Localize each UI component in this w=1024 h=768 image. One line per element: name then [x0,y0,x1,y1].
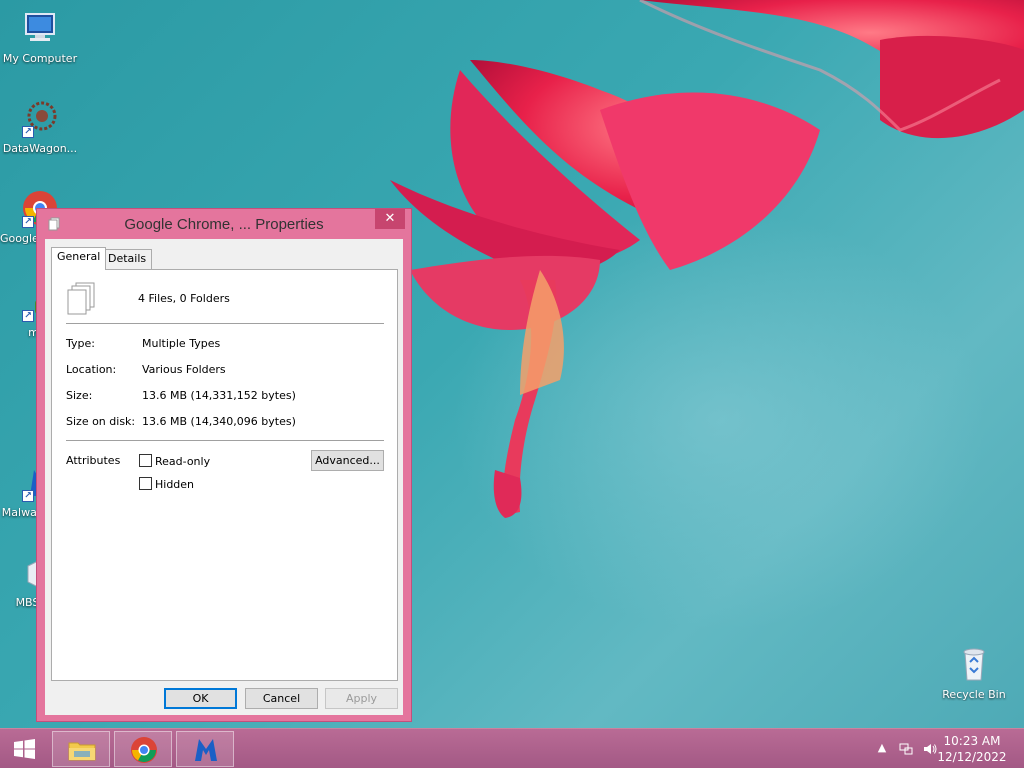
size-value: 13.6 MB (14,331,152 bytes) [142,389,296,402]
cancel-button[interactable]: Cancel [245,688,318,709]
network-icon[interactable] [898,741,914,757]
clock-date: 12/12/2022 [937,750,1007,764]
dialog-client: General Details 4 Files, 0 Folders Type:… [45,239,403,715]
dialog-titlebar[interactable]: Google Chrome, ... Properties ✕ [37,209,411,239]
shortcut-arrow-icon: ↗ [22,490,34,502]
divider [66,440,384,441]
files-summary: 4 Files, 0 Folders [138,292,230,305]
tab-details[interactable]: Details [102,249,153,269]
computer-icon [20,8,60,48]
close-button[interactable]: ✕ [375,209,405,229]
size-on-disk-value: 13.6 MB (14,340,096 bytes) [142,415,296,428]
taskbar-clock[interactable]: 10:23 AM 12/12/2022 [932,733,1012,765]
multiple-files-icon [67,282,95,315]
desktop-icon-label: DataWagon... [2,142,78,155]
size-on-disk-label: Size on disk: [66,415,136,428]
type-label: Type: [66,337,95,350]
advanced-button[interactable]: Advanced... [311,450,384,471]
general-panel: 4 Files, 0 Folders Type: Multiple Types … [51,269,398,681]
desktop: My Computer ↗ DataWagon... ↗ Google Chro… [0,0,1024,728]
dialog-title: Google Chrome, ... Properties [124,216,324,233]
shortcut-arrow-icon: ↗ [22,126,34,138]
desktop-icon-my-computer[interactable]: My Computer [0,8,80,65]
taskbar-google-chrome[interactable] [114,731,172,767]
type-value: Multiple Types [142,337,221,350]
tab-label: General [57,250,101,263]
taskbar-file-explorer[interactable] [52,731,110,767]
taskbar: ▲ 10:23 AM 12/12/2022 [0,728,1024,768]
datawagon-icon: ↗ [20,98,60,138]
properties-dialog: Google Chrome, ... Properties ✕ General … [36,208,412,722]
readonly-checkbox[interactable] [139,454,152,467]
readonly-label[interactable]: Read-only [155,455,210,468]
hidden-checkbox[interactable] [139,477,152,490]
ok-button[interactable]: OK [164,688,237,709]
taskbar-malwarebytes[interactable] [176,731,234,767]
clock-time: 10:23 AM [943,734,1001,748]
desktop-icon-datawagon[interactable]: ↗ DataWagon... [0,98,80,155]
desktop-icon-recycle-bin[interactable]: Recycle Bin [934,644,1014,701]
attributes-label: Attributes [66,454,121,467]
windows-start-icon[interactable] [4,733,44,765]
chrome-icon [131,737,157,763]
location-value: Various Folders [142,363,226,376]
desktop-icon-label: Recycle Bin [942,688,1006,701]
show-hidden-icons-icon[interactable]: ▲ [874,741,890,757]
tab-general[interactable]: General [51,247,107,270]
tab-label: Details [108,252,147,265]
divider [66,323,384,324]
hidden-label[interactable]: Hidden [155,478,194,491]
shortcut-arrow-icon: ↗ [22,310,34,322]
location-label: Location: [66,363,117,376]
recycle-bin-icon [954,644,994,684]
apply-button[interactable]: Apply [325,688,398,709]
size-label: Size: [66,389,93,402]
shortcut-arrow-icon: ↗ [22,216,34,228]
desktop-icon-label: My Computer [2,52,78,65]
folder-icon [68,742,96,761]
malwarebytes-icon [195,739,217,761]
